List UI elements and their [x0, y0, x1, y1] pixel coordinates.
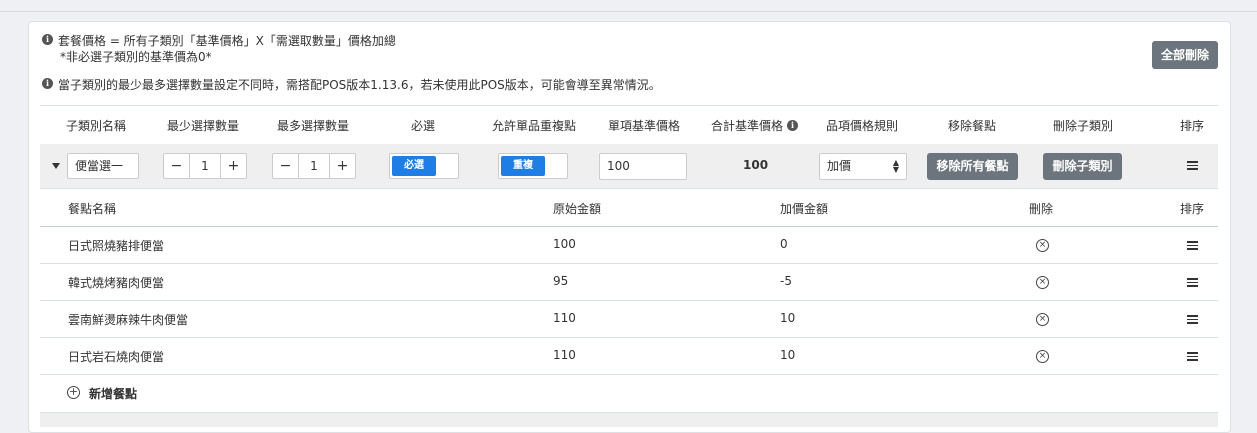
- header-delete-category: 刪除子類別: [1052, 119, 1113, 133]
- top-bar: [0, 0, 1257, 12]
- price-note-line1: 套餐價格 = 所有子類別「基準價格」X「需選取數量」價格加總: [58, 34, 396, 48]
- item-header-original: 原始金額: [553, 202, 602, 216]
- header-required: 必選: [410, 119, 435, 133]
- circle-x-icon[interactable]: ×: [1036, 313, 1049, 326]
- add-item-label[interactable]: 新增餐點: [89, 385, 137, 402]
- header-remove-items: 移除餐點: [947, 119, 996, 133]
- header-max: 最多選擇數量: [276, 119, 349, 133]
- max-decrement-button[interactable]: −: [273, 154, 298, 178]
- item-name: 雲南鮮燙麻辣牛肉便當: [68, 313, 189, 327]
- allow-duplicate-toggle-label: 重複: [501, 156, 545, 176]
- item-extra-price[interactable]: 10: [780, 311, 795, 325]
- item-header-delete: 刪除: [1029, 202, 1054, 216]
- min-decrement-button[interactable]: −: [164, 154, 189, 178]
- remove-all-items-button[interactable]: 移除所有餐點: [927, 153, 1018, 180]
- header-sort: 排序: [1179, 119, 1204, 133]
- item-row: 日式照燒豬排便當 100 0 ×: [40, 227, 1218, 264]
- item-name: 韓式燒烤豬肉便當: [68, 276, 165, 290]
- item-original-price: 95: [553, 274, 569, 288]
- item-extra-price[interactable]: 0: [780, 237, 788, 251]
- min-increment-button[interactable]: +: [221, 154, 246, 178]
- add-item-row[interactable]: + 新增餐點: [40, 376, 1218, 412]
- item-original-price: 100: [553, 237, 576, 251]
- drag-handle-icon[interactable]: [1187, 315, 1198, 324]
- pos-note: i 當子類別的最少最多選擇數量設定不同時，需搭配POS版本1.13.6，若未使用…: [42, 77, 661, 93]
- item-name: 日式照燒豬排便當: [68, 239, 165, 253]
- min-quantity-value[interactable]: 1: [189, 154, 221, 178]
- item-original-price: 110: [553, 311, 576, 325]
- delete-category-button[interactable]: 刪除子類別: [1043, 153, 1122, 180]
- required-toggle-label: 必選: [392, 156, 436, 176]
- item-extra-price[interactable]: -5: [780, 274, 792, 288]
- category-header-row: 子類別名稱 最少選擇數量 最多選擇數量 必選 允許單品重複點 單項基準價格 合計…: [40, 105, 1218, 146]
- caret-down-icon[interactable]: [52, 163, 60, 169]
- select-arrows-icon: ▲ ▼: [892, 158, 899, 174]
- header-allow-dup: 允許單品重複點: [491, 119, 576, 133]
- header-unit-price: 單項基準價格: [607, 119, 680, 133]
- price-note-line1-sub: *非必選子類別的基準價為0*: [60, 50, 212, 64]
- pos-note-text: 當子類別的最少最多選擇數量設定不同時，需搭配POS版本1.13.6，若未使用此P…: [58, 78, 661, 92]
- item-extra-price[interactable]: 10: [780, 348, 795, 362]
- price-note: i 套餐價格 = 所有子類別「基準價格」X「需選取數量」價格加總 *非必選子類別…: [42, 33, 396, 65]
- circle-x-icon[interactable]: ×: [1036, 276, 1049, 289]
- delete-all-button[interactable]: 全部刪除: [1152, 41, 1218, 69]
- item-header-extra: 加價金額: [780, 202, 829, 216]
- circle-plus-icon[interactable]: +: [67, 386, 80, 399]
- item-row: 日式岩石燒肉便當 110 10 ×: [40, 338, 1218, 375]
- price-rule-value: 加價: [827, 159, 852, 173]
- drag-handle-icon[interactable]: [1187, 352, 1198, 361]
- info-icon: i: [42, 34, 53, 45]
- circle-x-icon[interactable]: ×: [1036, 239, 1049, 252]
- item-row: 韓式燒烤豬肉便當 95 -5 ×: [40, 264, 1218, 301]
- unit-price-input[interactable]: 100: [599, 153, 687, 180]
- header-total-price: 合計基準價格: [710, 119, 783, 133]
- info-icon[interactable]: i: [787, 120, 798, 131]
- item-original-price: 110: [553, 348, 576, 362]
- price-rule-select[interactable]: 加價 ▲ ▼: [819, 153, 907, 180]
- max-increment-button[interactable]: +: [330, 154, 355, 178]
- circle-x-icon[interactable]: ×: [1036, 350, 1049, 363]
- next-category-row: [40, 412, 1218, 427]
- item-row: 雲南鮮燙麻辣牛肉便當 110 10 ×: [40, 301, 1218, 338]
- drag-handle-icon[interactable]: [1187, 161, 1198, 170]
- item-header-sort: 排序: [1180, 202, 1205, 216]
- category-row: 便當選一 − 1 + − 1 + 必選 重複 100 100 加價 ▲ ▼ 移除所…: [40, 144, 1218, 189]
- header-price-rule: 品項價格規則: [825, 119, 898, 133]
- total-price-value: 100: [743, 158, 769, 172]
- min-quantity-stepper: − 1 +: [163, 153, 247, 179]
- drag-handle-icon[interactable]: [1187, 278, 1198, 287]
- info-icon: i: [42, 78, 53, 89]
- header-name: 子類別名稱: [65, 119, 126, 133]
- item-header-name: 餐點名稱: [68, 202, 117, 216]
- drag-handle-icon[interactable]: [1187, 241, 1198, 250]
- max-quantity-value[interactable]: 1: [298, 154, 330, 178]
- allow-duplicate-toggle[interactable]: 重複: [498, 153, 568, 179]
- item-header-row: 餐點名稱 原始金額 加價金額 刪除 排序: [40, 189, 1218, 228]
- max-quantity-stepper: − 1 +: [272, 153, 356, 179]
- header-min: 最少選擇數量: [166, 119, 239, 133]
- required-toggle[interactable]: 必選: [389, 153, 459, 179]
- item-name: 日式岩石燒肉便當: [68, 350, 165, 364]
- category-name-input[interactable]: 便當選一: [67, 153, 139, 179]
